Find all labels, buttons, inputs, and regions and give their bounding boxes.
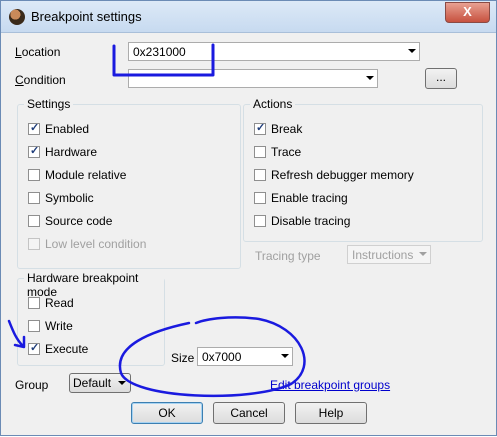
chevron-down-icon — [366, 76, 374, 80]
title-bar[interactable]: Breakpoint settings X — [1, 1, 496, 33]
settings-checkbox-label: Enabled — [45, 122, 90, 136]
location-value: 0x231000 — [133, 45, 186, 59]
actions-checkbox-label: Trace — [271, 145, 302, 159]
actions-checkbox-label: Disable tracing — [271, 214, 351, 228]
chevron-down-icon — [408, 49, 416, 53]
hw-mode-checkbox-label: Read — [45, 296, 74, 310]
settings-checkbox-label: Symbolic — [45, 191, 94, 205]
checkbox-icon[interactable] — [28, 215, 40, 227]
close-button[interactable]: X — [445, 2, 490, 23]
actions-checkbox-label: Refresh debugger memory — [271, 168, 414, 182]
checkbox-icon[interactable] — [28, 169, 40, 181]
tracing-type-label: Tracing type — [255, 249, 321, 263]
window-title: Breakpoint settings — [31, 9, 142, 24]
condition-label: Condition — [15, 73, 66, 87]
actions-group-title: Actions — [250, 97, 296, 111]
checkbox-icon[interactable] — [254, 192, 266, 204]
chevron-down-icon — [118, 381, 126, 385]
app-icon — [9, 9, 25, 25]
checkbox-checked-icon[interactable] — [28, 121, 40, 135]
hardware-mode-group-title: Hardware breakpoint mode — [24, 271, 164, 299]
checkbox-checked-icon[interactable] — [28, 144, 40, 158]
checkbox-icon[interactable] — [28, 297, 40, 309]
chevron-down-icon — [419, 252, 427, 256]
condition-browse-button[interactable]: ... — [425, 68, 457, 89]
settings-checkbox-label: Low level condition — [45, 237, 147, 251]
tracing-type-value: Instructions — [352, 248, 414, 262]
group-label: Group — [15, 378, 49, 392]
condition-combo[interactable] — [128, 69, 378, 88]
dialog-content: Location 0x231000 Condition ... Settings… — [1, 33, 496, 435]
checkbox-icon[interactable] — [28, 192, 40, 204]
checkbox-icon — [28, 238, 40, 250]
location-label: Location — [15, 45, 61, 59]
hw-mode-checkbox-label: Execute — [45, 342, 89, 356]
edit-breakpoint-groups-link[interactable]: Edit breakpoint groups — [270, 378, 390, 392]
tracing-type-combo: Instructions — [347, 245, 431, 264]
breakpoint-settings-window: Breakpoint settings X Location 0x231000 … — [0, 0, 497, 436]
size-value: 0x7000 — [202, 350, 242, 364]
actions-checkbox-label: Enable tracing — [271, 191, 348, 205]
hw-mode-checkbox-label: Write — [45, 319, 73, 333]
checkbox-icon[interactable] — [28, 320, 40, 332]
settings-checkbox-label: Hardware — [45, 145, 98, 159]
checkbox-checked-icon[interactable] — [254, 121, 266, 135]
settings-group-title: Settings — [24, 97, 74, 111]
settings-checkbox-label: Source code — [45, 214, 113, 228]
checkbox-icon[interactable] — [254, 169, 266, 181]
help-button[interactable]: Help — [295, 402, 367, 424]
location-combo[interactable]: 0x231000 — [128, 42, 420, 61]
settings-checkbox-label: Module relative — [45, 168, 127, 182]
actions-checkbox-label: Break — [271, 122, 303, 136]
size-combo[interactable]: 0x7000 — [197, 347, 293, 366]
checkbox-icon[interactable] — [254, 146, 266, 158]
chevron-down-icon — [281, 354, 289, 358]
cancel-button[interactable]: Cancel — [213, 402, 285, 424]
ok-button[interactable]: OK — [131, 402, 203, 424]
group-dropdown[interactable]: Default — [69, 373, 131, 393]
checkbox-icon[interactable] — [254, 215, 266, 227]
size-label: Size — [171, 351, 195, 365]
checkbox-checked-icon[interactable] — [28, 341, 40, 355]
group-value: Default — [73, 376, 112, 390]
